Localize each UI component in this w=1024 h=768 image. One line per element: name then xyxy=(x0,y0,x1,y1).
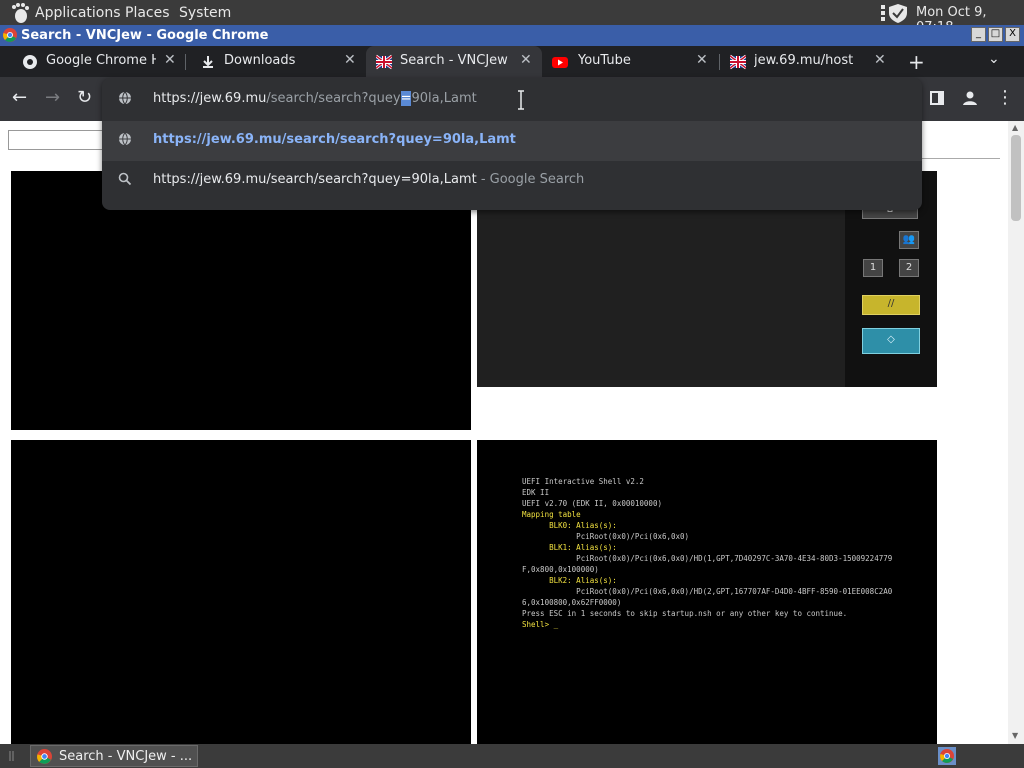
uefi-line: F,0x800,0x100000) xyxy=(522,565,599,574)
menu-places[interactable]: Places xyxy=(125,5,170,21)
divider xyxy=(922,158,1000,159)
chrome-icon xyxy=(23,55,37,69)
chrome-icon xyxy=(3,28,17,42)
suggestion-search[interactable]: https://jew.69.mu/search/search?quey=90l… xyxy=(102,161,922,201)
side-panel-icon[interactable] xyxy=(930,91,944,105)
taskbar-window-label: Search - VNCJew - ... xyxy=(59,749,193,764)
uefi-line: Shell> _ xyxy=(522,620,559,629)
tab-label: Google Chrome He xyxy=(46,53,156,68)
menu-system[interactable]: System xyxy=(179,5,231,21)
address-selection: = xyxy=(400,91,412,106)
address-path-tail: 90la,Lamt xyxy=(411,91,477,106)
address-path: /search/search?quey xyxy=(266,91,401,106)
vnc-users-icon[interactable]: 👥 xyxy=(899,231,919,249)
page-content: ⌂ 👥 1 2 // ◇ UEFI Interactive Shell v2.2… xyxy=(0,121,1024,744)
tab-label: Downloads xyxy=(224,53,296,68)
suggestion-text: https://jew.69.mu/search/search?quey=90l… xyxy=(153,132,516,147)
suggestion-url[interactable]: https://jew.69.mu/search/search?quey=90l… xyxy=(102,121,922,161)
omnibox-dropdown: https://jew.69.mu/search/search?quey=90l… xyxy=(102,78,922,210)
scroll-down-arrow-icon[interactable]: ▼ xyxy=(1012,731,1018,740)
top-panel: Applications Places System Mon Oct 9, 07… xyxy=(0,0,1024,35)
new-tab-button[interactable]: + xyxy=(908,50,925,74)
show-desktop-icon[interactable] xyxy=(8,749,22,763)
vnc-button-1[interactable]: 1 xyxy=(863,259,883,277)
tab-label: jew.69.mu/host xyxy=(754,53,854,68)
suggestion-text: https://jew.69.mu/search/search?quey=90l… xyxy=(153,172,584,187)
address-input[interactable]: https://jew.69.mu/search/search?quey=90l… xyxy=(153,91,477,106)
address-bar[interactable]: https://jew.69.mu/search/search?quey=90l… xyxy=(102,80,922,120)
youtube-icon xyxy=(552,57,568,68)
address-host: https://jew.69.mu xyxy=(153,91,267,106)
suggestion-query: https://jew.69.mu/search/search?quey=90l… xyxy=(153,172,477,187)
uefi-line: PciRoot(0x0)/Pci(0x6,0x0)/HD(2,GPT,16770… xyxy=(522,587,893,596)
window-titlebar[interactable]: Search - VNCJew - Google Chrome _ □ X xyxy=(0,25,1024,46)
uefi-shell-output: UEFI Interactive Shell v2.2 EDK II UEFI v2… xyxy=(522,476,892,630)
panel-tray-icons[interactable] xyxy=(880,3,910,23)
flag-icon xyxy=(730,54,746,70)
vnc-screen-3[interactable] xyxy=(11,440,471,744)
taskbar-window-button[interactable]: Search - VNCJew - ... xyxy=(30,745,198,767)
tab-close-icon[interactable]: ✕ xyxy=(164,52,176,68)
uefi-line: BLK0: Alias(s): xyxy=(522,521,617,530)
uefi-line: 6,0x100800,0x62FF0000) xyxy=(522,598,622,607)
globe-icon xyxy=(118,91,134,107)
minimize-button[interactable]: _ xyxy=(971,27,986,42)
globe-icon xyxy=(118,132,134,148)
search-icon xyxy=(118,172,134,188)
reload-button[interactable]: ↻ xyxy=(77,87,92,108)
chrome-tray-icon[interactable] xyxy=(938,747,956,765)
tab-label: YouTube xyxy=(578,53,631,68)
tab-downloads[interactable]: Downloads ✕ xyxy=(186,46,366,77)
tab-search-vncjew[interactable]: Search - VNCJew ✕ xyxy=(366,46,542,77)
suggestion-suffix: - Google Search xyxy=(476,172,585,187)
uefi-line: PciRoot(0x0)/Pci(0x6,0x0)/HD(1,GPT,7D402… xyxy=(522,554,893,563)
vnc-pause-button[interactable]: // xyxy=(862,295,920,315)
scroll-up-arrow-icon[interactable]: ▲ xyxy=(1012,123,1018,132)
text-cursor-icon xyxy=(518,90,524,110)
chrome-icon xyxy=(37,749,52,764)
bottom-taskbar: Search - VNCJew - ... xyxy=(0,744,1024,768)
vnc-button-2[interactable]: 2 xyxy=(899,259,919,277)
vnc-connect-button[interactable]: ◇ xyxy=(862,328,920,354)
uefi-line: UEFI Interactive Shell v2.2 xyxy=(522,477,644,486)
menu-applications[interactable]: Applications xyxy=(35,5,121,21)
tab-label: Search - VNCJew xyxy=(400,53,508,68)
uefi-line: PciRoot(0x0)/Pci(0x6,0x0) xyxy=(522,532,690,541)
back-button[interactable]: ← xyxy=(12,87,27,108)
profile-icon[interactable] xyxy=(962,90,978,106)
uefi-line: BLK2: Alias(s): xyxy=(522,576,617,585)
tab-close-icon[interactable]: ✕ xyxy=(874,52,886,68)
maximize-button[interactable]: □ xyxy=(988,27,1003,42)
uefi-line: BLK1: Alias(s): xyxy=(522,543,617,552)
tab-close-icon[interactable]: ✕ xyxy=(520,52,532,68)
tab-google-chrome-help[interactable]: Google Chrome He ✕ xyxy=(8,46,186,77)
uefi-line: Press ESC in 1 seconds to skip startup.n… xyxy=(522,609,848,618)
close-window-button[interactable]: X xyxy=(1005,27,1020,42)
tab-search-chevron-icon[interactable]: ⌄ xyxy=(988,51,1000,67)
scrollbar-thumb[interactable] xyxy=(1011,135,1021,221)
tab-jew-host[interactable]: jew.69.mu/host ✕ xyxy=(720,46,896,77)
tab-strip: Google Chrome He ✕ Downloads ✕ Search - … xyxy=(0,46,1024,77)
window-title: Search - VNCJew - Google Chrome xyxy=(21,28,269,43)
uefi-line: Mapping table xyxy=(522,510,581,519)
download-icon xyxy=(203,56,213,68)
uefi-line: EDK II xyxy=(522,488,550,497)
tab-youtube[interactable]: YouTube ✕ xyxy=(542,46,720,77)
uefi-line: UEFI v2.70 (EDK II, 0x00010000) xyxy=(522,499,662,508)
tab-close-icon[interactable]: ✕ xyxy=(696,52,708,68)
gnome-foot-icon[interactable] xyxy=(8,2,30,24)
tab-close-icon[interactable]: ✕ xyxy=(344,52,356,68)
page-scrollbar[interactable]: ▲ ▼ xyxy=(1008,121,1024,744)
forward-button[interactable]: → xyxy=(45,87,60,108)
menu-kebab-icon[interactable]: ⋮ xyxy=(996,87,1014,108)
flag-icon xyxy=(376,54,392,70)
